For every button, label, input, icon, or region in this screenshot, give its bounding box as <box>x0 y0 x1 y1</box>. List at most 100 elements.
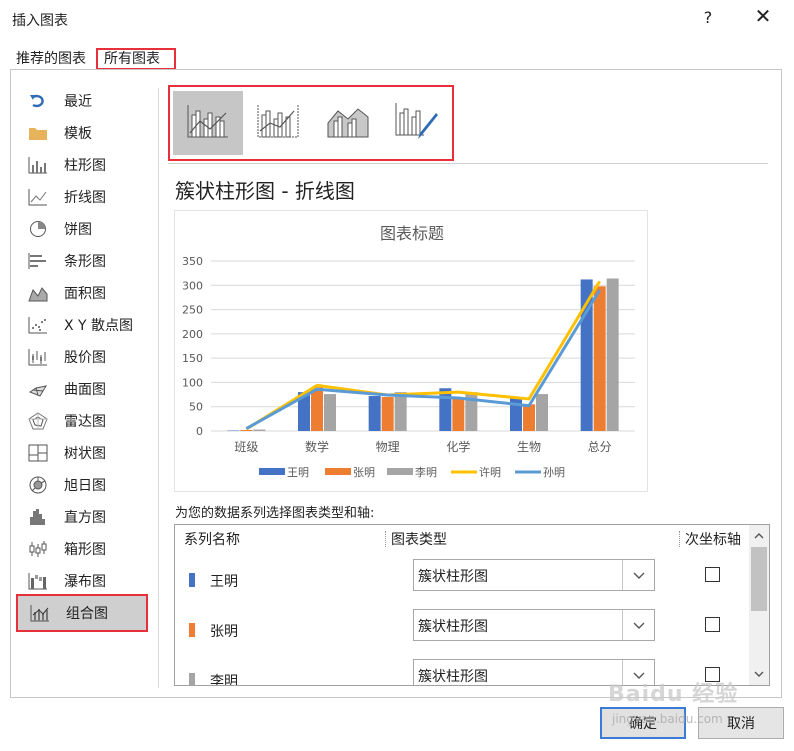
secondary-axis-checkbox[interactable] <box>705 567 720 582</box>
scroll-up-icon[interactable] <box>749 527 769 545</box>
sidebar-item-label: 柱形图 <box>64 158 106 174</box>
chart-type-value: 簇状柱形图 <box>418 619 488 635</box>
bar-张明 <box>311 387 323 431</box>
chart-preview: 图表标题 0 50 100 150 200 250 300 350 班级 数学 物理 化学 生物 总分 王明 张… <box>174 210 648 492</box>
sidebar-item-surface-chart[interactable]: 曲面图 <box>16 374 148 404</box>
sidebar-item-label: X Y 散点图 <box>64 318 134 334</box>
clustered-column-line-secondary-axis-icon <box>256 103 300 143</box>
chart-subtype-clustered-column-line-secondary-axis[interactable] <box>243 91 313 155</box>
sidebar-item-area-chart[interactable]: 面积图 <box>16 278 148 308</box>
series-table-header: 系列名称 图表类型 次坐标轴 <box>175 525 749 551</box>
sidebar-item-stock-chart[interactable]: 股价图 <box>16 342 148 372</box>
combo-chart-icon <box>30 604 50 622</box>
legend-swatch <box>259 468 285 475</box>
chart-type-value: 簇状柱形图 <box>418 569 488 585</box>
y-tick-label: 350 <box>182 255 203 268</box>
series-name: 张明 <box>210 624 238 640</box>
tab-recommended-charts[interactable]: 推荐的图表 <box>14 48 88 70</box>
bar-李明 <box>324 394 336 431</box>
sidebar-item-treemap-chart[interactable]: 树状图 <box>16 438 148 468</box>
scatter-chart-icon <box>28 316 48 334</box>
x-tick-label: 数学 <box>305 439 329 454</box>
sidebar-item-label: 组合图 <box>66 606 108 622</box>
sidebar-item-boxplot-chart[interactable]: 箱形图 <box>16 534 148 564</box>
bar-chart-icon <box>28 252 48 270</box>
stacked-area-clustered-column-icon <box>326 103 370 143</box>
y-tick-label: 250 <box>182 304 203 317</box>
scroll-down-icon[interactable] <box>749 665 769 683</box>
close-button[interactable]: ✕ <box>752 4 774 28</box>
scrollbar-thumb[interactable] <box>751 547 767 611</box>
sidebar-item-histogram-chart[interactable]: 直方图 <box>16 502 148 532</box>
bar-李明 <box>606 278 619 431</box>
chart-type-dropdown[interactable]: 簇状柱形图 <box>413 609 655 641</box>
sidebar-item-scatter-chart[interactable]: X Y 散点图 <box>16 310 148 340</box>
sidebar-item-label: 瀑布图 <box>64 574 106 590</box>
bar-张明 <box>240 430 253 431</box>
tab-strip: 推荐的图表 所有图表 <box>0 48 794 70</box>
sidebar-item-label: 条形图 <box>64 254 106 270</box>
help-button[interactable]: ? <box>699 8 717 27</box>
stock-chart-icon <box>28 348 48 366</box>
series-row: 王明 簇状柱形图 <box>175 559 749 609</box>
sidebar-item-label: 面积图 <box>64 286 106 302</box>
surface-chart-icon <box>28 380 48 398</box>
sunburst-chart-icon <box>28 476 48 494</box>
legend-label: 李明 <box>415 465 437 479</box>
chart-type-dropdown[interactable]: 簇状柱形图 <box>413 559 655 591</box>
column-chart-icon <box>28 156 48 174</box>
sidebar-item-bar-chart[interactable]: 条形图 <box>16 246 148 276</box>
sidebar-item-label: 曲面图 <box>64 382 106 398</box>
x-tick-label: 物理 <box>376 440 400 454</box>
header-divider <box>385 531 386 547</box>
series-table-scrollbar[interactable] <box>749 525 769 685</box>
boxplot-chart-icon <box>28 540 48 558</box>
sidebar-item-recent[interactable]: 最近 <box>16 86 148 116</box>
sidebar-item-label: 直方图 <box>64 510 106 526</box>
bar-李明 <box>253 429 266 431</box>
sidebar-item-label: 树状图 <box>64 446 106 462</box>
legend-label: 张明 <box>353 466 375 479</box>
sidebar-item-pie-chart[interactable]: 饼图 <box>16 214 148 244</box>
sidebar-item-folder[interactable]: 模板 <box>16 118 148 148</box>
bar-张明 <box>381 397 394 431</box>
chart-subtype-stacked-area-clustered-column[interactable] <box>313 91 383 155</box>
legend-swatch <box>387 468 413 475</box>
waterfall-chart-icon <box>28 572 48 590</box>
chevron-down-icon[interactable] <box>622 610 654 640</box>
sidebar-item-label: 模板 <box>64 126 92 142</box>
sidebar-item-label: 折线图 <box>64 190 106 206</box>
sidebar-item-combo-chart[interactable]: 组合图 <box>16 594 148 632</box>
chart-subtype-clustered-column-line[interactable] <box>173 91 243 155</box>
legend-label: 王明 <box>287 466 309 479</box>
x-tick-label: 班级 <box>234 440 258 454</box>
sidebar-item-label: 饼图 <box>64 222 92 238</box>
chevron-down-icon[interactable] <box>622 560 654 590</box>
clustered-column-line-icon <box>186 103 230 143</box>
sidebar-item-column-chart[interactable]: 柱形图 <box>16 150 148 180</box>
sidebar-item-radar-chart[interactable]: 雷达图 <box>16 406 148 436</box>
sidebar-item-sunburst-chart[interactable]: 旭日图 <box>16 470 148 500</box>
pie-chart-icon <box>28 220 48 238</box>
series-color-swatch <box>189 573 195 587</box>
sidebar-item-waterfall-chart[interactable]: 瀑布图 <box>16 566 148 596</box>
legend-swatch <box>325 468 351 475</box>
area-chart-icon <box>28 284 48 302</box>
chart-type-value: 簇状柱形图 <box>418 669 488 685</box>
chart-preview-svg: 图表标题 0 50 100 150 200 250 300 350 班级 数学 物理 化学 生物 总分王明 张… <box>182 224 635 479</box>
histogram-chart-icon <box>28 508 48 526</box>
sidebar-item-label: 雷达图 <box>64 414 106 430</box>
sidebar-item-line-chart[interactable]: 折线图 <box>16 182 148 212</box>
x-tick-label: 生物 <box>517 440 541 454</box>
bar-李明 <box>536 394 548 431</box>
sidebar-item-label: 最近 <box>64 94 92 110</box>
watermark-logo: Baidu 经验 <box>608 682 739 707</box>
treemap-chart-icon <box>28 444 48 462</box>
header-series-name: 系列名称 <box>184 532 240 548</box>
folder-icon <box>28 124 48 142</box>
tab-all-charts[interactable]: 所有图表 <box>96 48 176 70</box>
secondary-axis-checkbox[interactable] <box>705 617 720 632</box>
dialog-titlebar: 插入图表 ? ✕ <box>0 0 794 38</box>
bar-王明 <box>227 430 240 432</box>
chart-subtype-custom-combination[interactable] <box>383 91 453 155</box>
